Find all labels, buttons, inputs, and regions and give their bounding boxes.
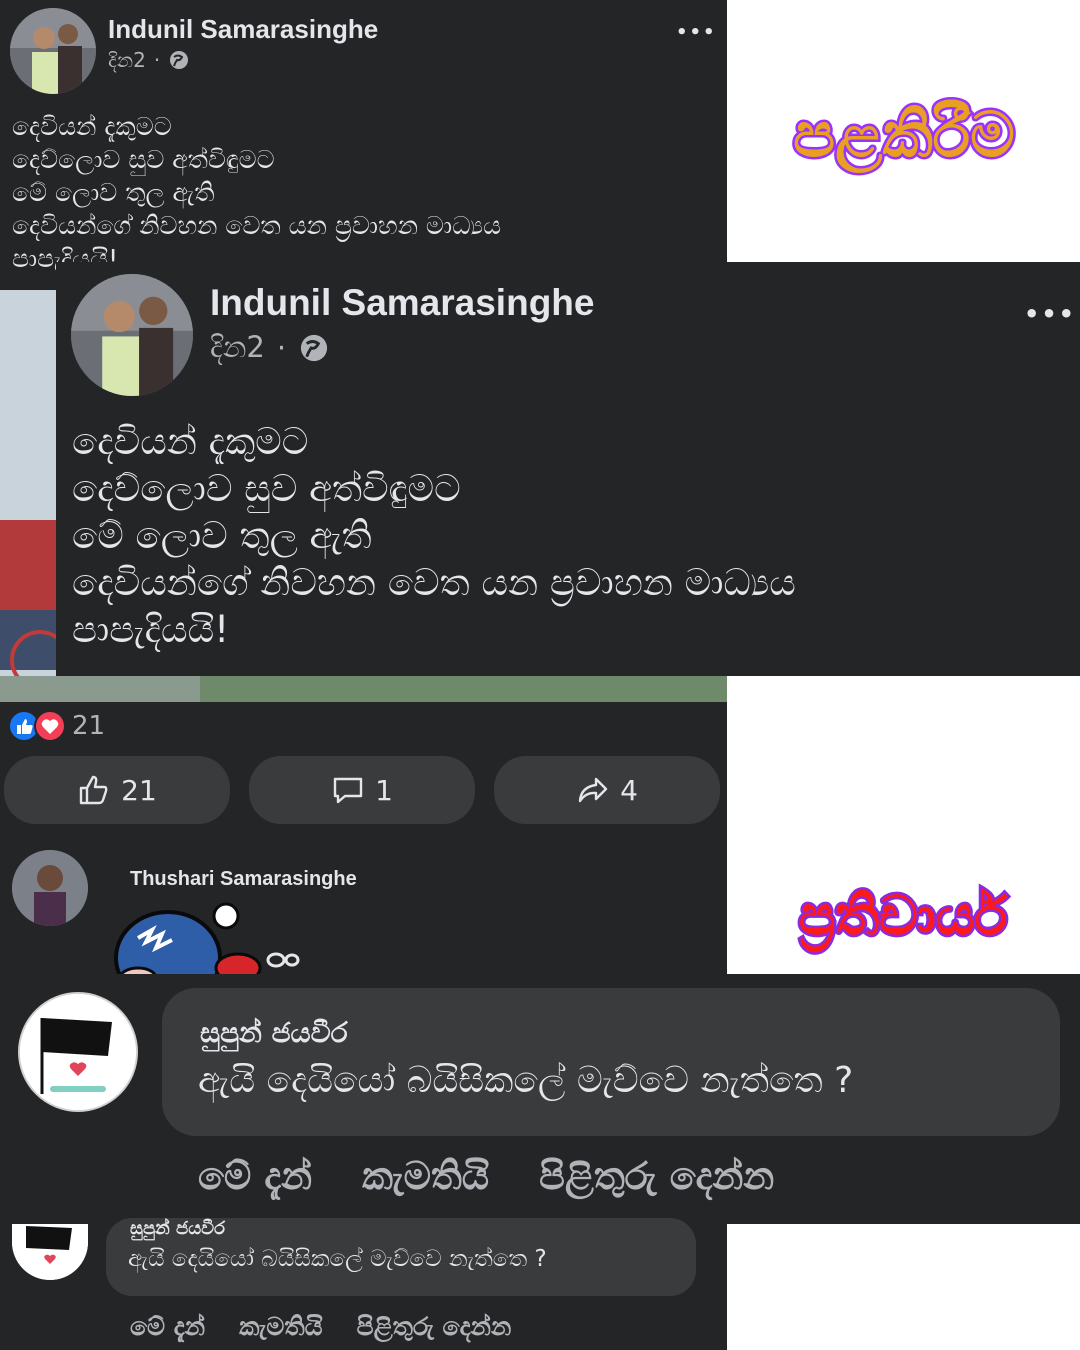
post-author[interactable]: Indunil Samarasinghe [210,282,594,324]
more-options-button[interactable]: ••• [676,22,717,43]
comment-time[interactable]: මේ දැන් [130,1312,205,1342]
comment-time[interactable]: මේ දැන් [198,1154,312,1199]
post-line: දෙවියන් දැකුමට [12,112,172,141]
share-button[interactable]: 4 [494,756,720,824]
comment-bubble[interactable]: සුපුන් ජයවීර ඇයි දෙයියෝ බයිසිකලේ මැව්වෙ … [162,988,1060,1136]
commenter-name[interactable]: සුපුන් ජයවීර [130,1218,225,1239]
like-count: 21 [121,773,157,807]
comment-actions: මේ දැන් කැමතියි පිළිතුරු දෙන්න [198,1154,774,1199]
post-time[interactable]: දින2 [108,48,146,72]
reaction-count: 21 [72,711,106,741]
response-label-graphic: ප්‍රතිචාර්ය [796,882,1011,955]
profile-photo-icon [10,8,96,94]
post-line: පාපැදියයි! [72,608,230,651]
thumbs-up-icon [79,775,108,805]
black-flag-icon [12,1224,88,1280]
post-line: දෙව්ලොව සුව අත්විඳුමට [72,467,461,510]
post-line: දෙව්ලොව සුව අත්විඳුමට [12,145,275,174]
comment-button[interactable]: 1 [249,756,475,824]
comment-icon [333,777,363,804]
label-post-banner: පළකිරීම [727,0,1080,262]
post-card-large: Indunil Samarasinghe දින2 · ••• දෙවියන් … [56,262,1080,676]
commenter-name[interactable]: Thushari Samarasinghe [130,868,357,891]
reaction-summary[interactable]: 21 [8,710,105,742]
reply-comment-button[interactable]: පිළිතුරු දෙන්න [539,1154,774,1199]
black-flag-icon [20,994,136,1110]
label-bottom-text: ප්‍රතිචාර්ය [799,884,1009,952]
avatar[interactable] [71,274,193,396]
label-top-text: පළකිරීම [793,98,1015,173]
post-label-graphic: පළකිරීම [790,96,1017,176]
cartoon-sticker-icon [114,902,300,976]
bottom-right-blank [727,1224,1080,1350]
post-body: දෙවියන් දැකුමට දෙව්ලොව සුව අත්විඳුමට මේ … [12,110,501,275]
love-reaction-icon [34,710,66,742]
globe-icon [170,51,189,69]
like-comment-button[interactable]: කැමතියි [362,1154,489,1199]
label-response-banner: ප්‍රතිචාර්ය [727,676,1080,974]
comment-sticker[interactable] [108,898,308,976]
globe-icon [301,334,328,361]
commenter-avatar[interactable] [12,1224,88,1280]
profile-photo-icon [12,850,88,926]
reply-comment-button[interactable]: පිළිතුරු දෙන්න [357,1312,512,1342]
profile-photo-icon [71,274,193,396]
post-body: දෙවියන් දැකුමට දෙව්ලොව සුව අත්විඳුමට මේ … [72,418,796,653]
comment-actions: මේ දැන් කැමතියි පිළිතුරු දෙන්න [130,1312,511,1342]
meta-separator: · [276,330,287,365]
like-comment-button[interactable]: කැමතියි [239,1312,323,1342]
share-count: 4 [620,773,638,807]
post-author[interactable]: Indunil Samarasinghe [108,14,378,45]
post-line: දෙවියන්ගේ නිවහන වෙත යන ප්‍රවාහන මාධ්‍යය [72,561,796,604]
post-card-small: Indunil Samarasinghe දින2 · ••• දෙවියන් … [0,0,727,290]
comment-text: ඇයි දෙයියෝ බයිසිකලේ මැව්වෙ නැත්තෙ ? [198,1060,854,1101]
reply-panel-large: සුපුන් ජයවීර ඇයි දෙයියෝ බයිසිකලේ මැව්වෙ … [0,974,1080,1224]
like-button[interactable]: 21 [4,756,230,824]
post-line: මේ ලොව තුල ඇති [72,514,372,557]
post-line: දෙවියන්ගේ නිවහන වෙත යන ප්‍රවාහන මාධ්‍යය [12,211,502,240]
share-arrow-icon [578,777,608,803]
more-options-button[interactable]: ••• [1024,300,1076,328]
comment-bubble[interactable]: සුපුන් ජයවීර ඇයි දෙයියෝ බයිසිකලේ මැව්වෙ … [106,1218,696,1296]
meta-separator: · [153,48,161,72]
post-meta: දින2 · [210,330,330,365]
post-line: දෙවියන් දැකුමට [72,420,309,463]
comment-count: 1 [375,773,393,807]
comment-text: ඇයි දෙයියෝ බයිසිකලේ මැව්වෙ නැත්තෙ ? [128,1246,547,1272]
post-meta: දින2 · [108,48,190,72]
commenter-avatar[interactable] [18,992,138,1112]
engagement-section: 21 21 1 4 Thushari Samarasinghe [0,702,727,984]
commenter-avatar[interactable] [12,850,88,926]
post-time[interactable]: දින2 [210,330,265,365]
post-line: මේ ලොව තුල ඇති [12,178,215,207]
reply-panel-small: සුපුන් ජයවීර ඇයි දෙයියෝ බයිසිකලේ මැව්වෙ … [0,1218,727,1350]
avatar[interactable] [10,8,96,94]
commenter-name[interactable]: සුපුන් ජයවීර [200,1016,348,1050]
